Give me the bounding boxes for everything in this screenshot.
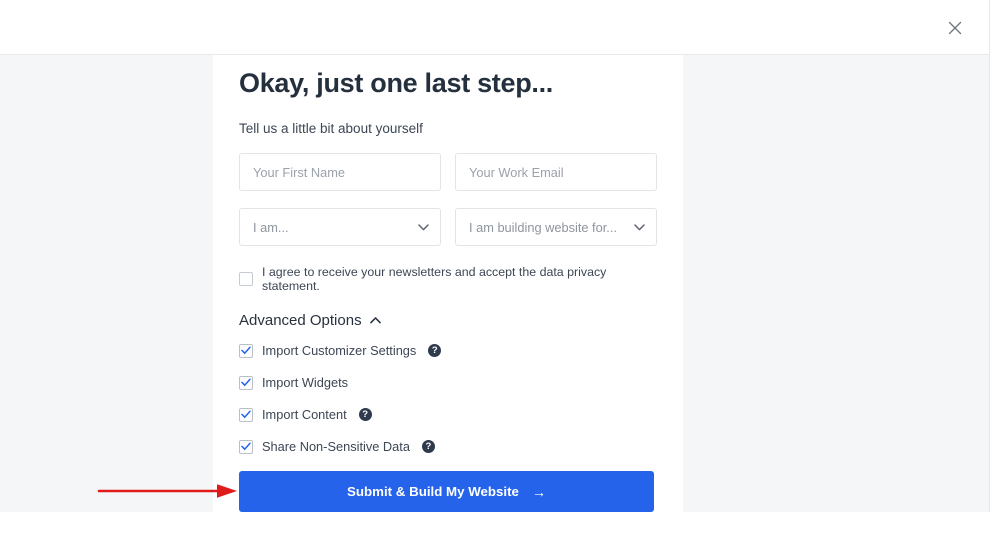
arrow-right-icon: → — [531, 483, 546, 500]
option-label: Import Customizer Settings — [262, 343, 417, 359]
chevron-up-icon — [369, 311, 381, 329]
purpose-select-wrap: I am building website for... — [455, 208, 657, 247]
option-row: Import Widgets — [239, 375, 657, 390]
share-non-sensitive-data-checkbox[interactable] — [239, 439, 253, 454]
page-subtitle: Tell us a little bit about yourself — [239, 121, 423, 137]
browser-viewport: Okay, just one last step... Tell us a li… — [0, 0, 1000, 541]
submit-build-website-button[interactable]: Submit & Build My Website → — [239, 471, 654, 513]
import-widgets-checkbox[interactable] — [239, 375, 253, 390]
option-row: Share Non-Sensitive Data ? — [239, 439, 657, 454]
role-select-wrap: I am... — [239, 208, 441, 247]
first-name-input[interactable] — [239, 153, 441, 192]
option-row: Import Content ? — [239, 407, 657, 422]
role-purpose-row: I am... I am building website for... — [239, 208, 657, 247]
help-circle-icon[interactable]: ? — [358, 408, 372, 422]
first-name-field-wrap — [239, 153, 441, 192]
import-customizer-settings-checkbox[interactable] — [239, 343, 253, 358]
option-label: Import Content — [262, 407, 347, 423]
help-circle-icon[interactable]: ? — [428, 344, 442, 358]
option-label: Import Widgets — [262, 375, 349, 391]
consent-checkbox[interactable] — [239, 272, 253, 287]
advanced-options-title: Advanced Options — [239, 311, 362, 329]
role-select-value: I am... — [253, 219, 289, 235]
page-title: Okay, just one last step... — [239, 68, 554, 98]
onboarding-card: Okay, just one last step... Tell us a li… — [213, 55, 683, 513]
close-icon — [948, 21, 962, 35]
advanced-options-toggle[interactable]: Advanced Options — [239, 311, 657, 329]
purpose-select-value: I am building website for... — [469, 219, 617, 235]
option-label: Share Non-Sensitive Data — [262, 439, 410, 455]
name-email-row — [239, 153, 657, 192]
option-row: Import Customizer Settings ? — [239, 343, 657, 358]
help-circle-icon[interactable]: ? — [421, 440, 435, 454]
consent-label: I agree to receive your newsletters and … — [262, 265, 607, 294]
purpose-select[interactable]: I am building website for... — [455, 208, 657, 247]
consent-row: I agree to receive your newsletters and … — [239, 265, 657, 293]
modal-topbar — [0, 0, 990, 55]
work-email-input[interactable] — [455, 153, 657, 192]
close-button[interactable] — [943, 16, 967, 40]
work-email-field-wrap — [455, 153, 657, 192]
advanced-options-list: Import Customizer Settings ? Import Widg… — [239, 343, 657, 454]
import-content-checkbox[interactable] — [239, 407, 253, 422]
role-select[interactable]: I am... — [239, 208, 441, 247]
submit-button-label: Submit & Build My Website — [347, 484, 519, 500]
